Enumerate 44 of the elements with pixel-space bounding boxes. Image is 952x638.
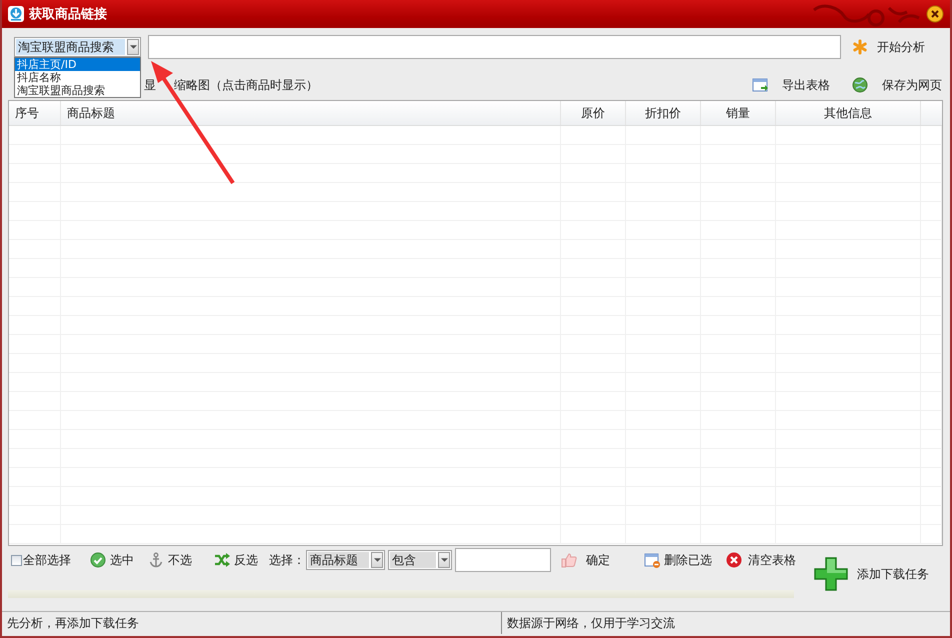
dropdown-option[interactable]: 抖店主页/ID (15, 58, 140, 71)
filter-input[interactable] (455, 548, 551, 572)
shuffle-button[interactable]: 反选 (214, 552, 258, 568)
select-all-label: 全部选择 (23, 552, 71, 568)
window-minus-button[interactable]: 删除已选 (644, 552, 712, 568)
select-all-checkbox[interactable] (11, 554, 22, 566)
column-header[interactable]: 商品标题 (61, 101, 561, 125)
window-minus-icon (644, 552, 660, 568)
export-table-button[interactable]: 导出表格 (752, 76, 830, 94)
status-text: 先分析，再添加下载任务 (2, 612, 502, 634)
column-header[interactable]: 序号 (9, 101, 61, 125)
column-header[interactable]: 其他信息 (776, 101, 921, 125)
match-dropdown[interactable]: 包含 (388, 550, 452, 570)
status-text: 数据源于网络，仅用于学习交流 (506, 615, 675, 632)
globe-button[interactable]: 保存为网页 (852, 76, 942, 94)
plus-icon (814, 557, 848, 591)
thumbnail-option-label: 缩略图（点击商品时显示） (174, 76, 318, 94)
field-dropdown[interactable]: 商品标题 (306, 550, 385, 570)
shuffle-icon (214, 552, 230, 568)
column-header[interactable]: 销量 (701, 101, 776, 125)
check-icon (90, 552, 106, 568)
search-input[interactable] (148, 35, 841, 59)
download-app-icon (8, 6, 24, 22)
add-download-task-button[interactable]: 添加下载任务 (814, 557, 929, 591)
filter-label: 选择： (269, 552, 305, 568)
anchor-icon (148, 552, 164, 568)
export-table-icon (752, 77, 768, 93)
start-analysis-button[interactable]: 开始分析 (852, 38, 925, 56)
close-button[interactable] (926, 5, 944, 23)
check-button[interactable]: 选中 (90, 552, 134, 568)
option-label: 显 (144, 76, 156, 94)
column-header[interactable]: 原价 (561, 101, 626, 125)
window-title: 获取商品链接 (29, 6, 107, 23)
confirm-button[interactable]: 确定 (561, 552, 610, 568)
thumbs-up-icon (561, 552, 577, 568)
search-mode-dropdown[interactable]: 淘宝联盟商品搜索 (14, 37, 141, 57)
globe-icon (852, 77, 868, 93)
close-icon (726, 552, 742, 568)
column-header[interactable]: 折扣价 (626, 101, 701, 125)
dropdown-option[interactable]: 抖店名称 (15, 71, 140, 84)
asterisk-icon (852, 39, 868, 55)
anchor-button[interactable]: 不选 (148, 552, 192, 568)
dropdown-option[interactable]: 淘宝联盟商品搜索 (15, 84, 140, 97)
close-button[interactable]: 清空表格 (726, 552, 796, 568)
